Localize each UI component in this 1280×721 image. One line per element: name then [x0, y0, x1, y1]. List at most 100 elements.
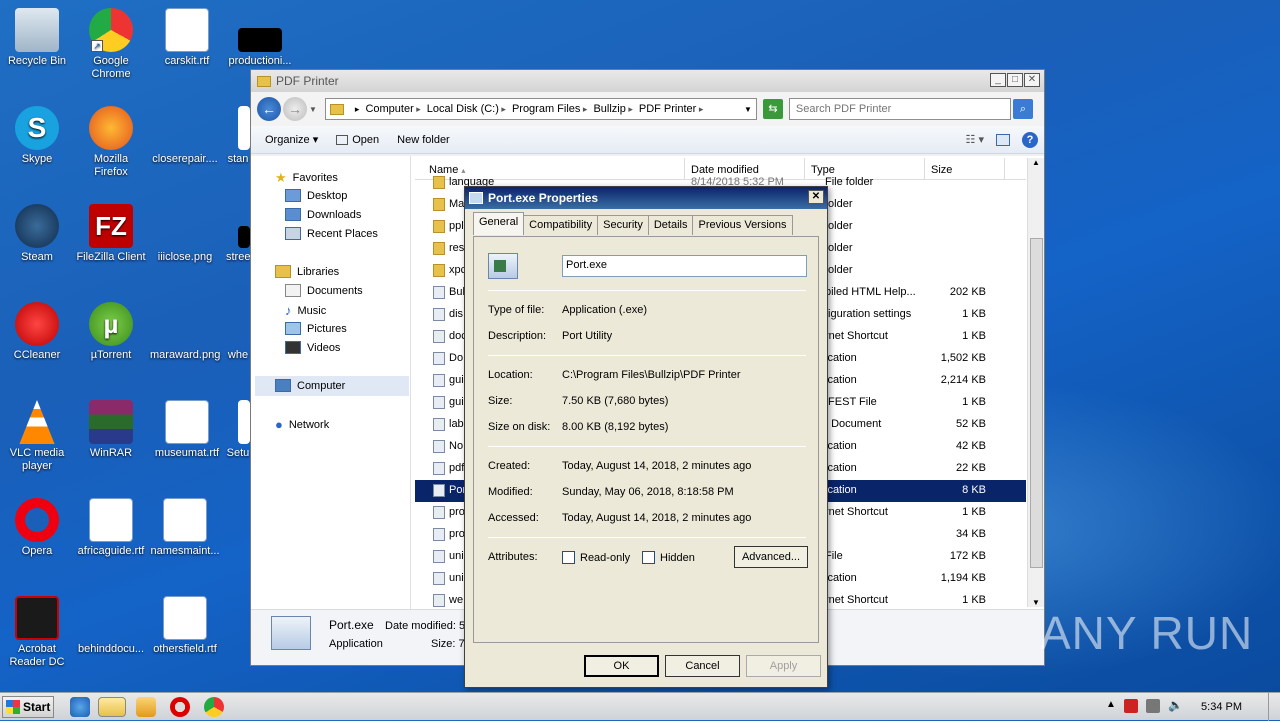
clock[interactable]: 5:34 PM [1201, 701, 1242, 713]
desktop-icon-firefox[interactable]: Mozilla Firefox [76, 106, 146, 179]
nav-documents[interactable]: Documents [285, 284, 363, 297]
desktop-icon-utorrent[interactable]: µ µTorrent [76, 302, 146, 362]
address-bar[interactable]: ▸ Computer Local Disk (C:) Program Files… [324, 98, 757, 120]
breadcrumb-program-files[interactable]: Program Files [512, 103, 588, 115]
maximize-button[interactable]: □ [1007, 73, 1023, 87]
desktop-icon-recycle-bin[interactable]: Recycle Bin [2, 8, 72, 68]
back-button[interactable]: ← [257, 97, 281, 121]
breadcrumb-local-disk[interactable]: Local Disk (C:) [427, 103, 506, 115]
action-center-icon[interactable] [1124, 699, 1138, 713]
nav-computer[interactable]: Computer [275, 379, 345, 392]
desktop-icon-acrobat[interactable]: Acrobat Reader DC [2, 596, 72, 669]
breadcrumb-computer[interactable]: Computer [365, 103, 420, 115]
nav-network[interactable]: ● Network [275, 417, 329, 432]
desktop-icon-chrome[interactable]: ↗ Google Chrome [76, 8, 146, 81]
minimize-button[interactable]: _ [990, 73, 1006, 87]
explorer-titlebar[interactable]: PDF Printer _ □ ✕ [251, 70, 1044, 92]
scrollbar-thumb[interactable] [1030, 238, 1043, 568]
desktop-icon-othersfield[interactable]: othersfield.rtf [150, 596, 220, 656]
nav-favorites[interactable]: ★ Favorites [275, 170, 338, 186]
search-input[interactable] [788, 98, 1011, 120]
volume-icon[interactable]: 🔈 [1168, 698, 1183, 712]
network-tray-icon[interactable] [1146, 699, 1160, 713]
desktop-icon-maraward[interactable]: maraward.png [150, 302, 220, 362]
close-button[interactable]: ✕ [808, 190, 824, 204]
nav-pictures[interactable]: Pictures [285, 322, 347, 335]
word-doc-icon [165, 8, 209, 52]
file-type: folder [825, 264, 853, 276]
desktop-icon-africaguide[interactable]: africaguide.rtf [76, 498, 146, 558]
breadcrumb-pdf-printer[interactable]: PDF Printer [639, 103, 704, 115]
opera-icon[interactable] [170, 697, 190, 717]
desktop-icon-carskit[interactable]: carskit.rtf [152, 8, 222, 68]
hidden-checkbox[interactable] [642, 551, 655, 564]
start-button[interactable]: Start [2, 696, 54, 718]
help-icon[interactable]: ? [1022, 131, 1038, 148]
media-player-icon[interactable] [136, 697, 156, 717]
nav-downloads[interactable]: Downloads [285, 208, 361, 221]
file-type: folder [825, 220, 853, 232]
nav-libraries[interactable]: Libraries [275, 265, 339, 278]
cancel-button[interactable]: Cancel [665, 655, 740, 677]
apply-button[interactable]: Apply [746, 655, 821, 677]
desktop-icon-filezilla[interactable]: FZ FileZilla Client [76, 204, 146, 264]
advanced-button[interactable]: Advanced... [734, 546, 808, 568]
view-options-icon[interactable]: ☷ ▾ [966, 133, 984, 146]
desktop-icon-productioni[interactable]: productioni... [226, 8, 294, 68]
organize-button[interactable]: Organize ▾ [265, 133, 318, 146]
vlc-icon [19, 400, 55, 444]
new-folder-button[interactable]: New folder [397, 134, 450, 146]
application-icon [469, 192, 483, 204]
tray-expand-icon[interactable]: ▲ [1106, 699, 1116, 710]
filename-field[interactable]: Port.exe [562, 255, 807, 277]
image-file-icon [238, 226, 250, 248]
accessed-value: Today, August 14, 2018, 2 minutes ago [562, 512, 752, 524]
desktop-icon-stan[interactable]: stan [226, 106, 250, 166]
show-desktop-button[interactable] [1268, 693, 1280, 721]
desktop-icon-stree[interactable]: stree [226, 204, 250, 264]
vertical-scrollbar[interactable]: ▲ ▼ [1027, 158, 1044, 607]
dialog-titlebar[interactable]: Port.exe Properties ✕ [465, 187, 827, 209]
properties-dialog: Port.exe Properties ✕ General Compatibil… [464, 186, 828, 688]
explorer-taskbar-icon[interactable] [98, 697, 126, 717]
desktop-icon-ccleaner[interactable]: CCleaner [2, 302, 72, 362]
file-size: 8 KB [962, 484, 986, 496]
nav-videos[interactable]: Videos [285, 341, 340, 354]
forward-button[interactable]: → [283, 97, 307, 121]
folder-icon [257, 75, 271, 87]
nav-music[interactable]: ♪ Music [285, 303, 326, 318]
tab-details[interactable]: Details [647, 215, 694, 235]
breadcrumb-bullzip[interactable]: Bullzip [593, 103, 632, 115]
desktop-icon-museumat[interactable]: museumat.rtf [152, 400, 222, 460]
desktop-icon-iiiclose[interactable]: iiiclose.png [150, 204, 220, 264]
tab-previous-versions[interactable]: Previous Versions [692, 215, 793, 235]
desktop-icon-setu[interactable]: Setu [226, 400, 250, 460]
chrome-icon[interactable] [204, 697, 224, 717]
nav-recent-places[interactable]: Recent Places [285, 227, 378, 240]
desktop-icon-namesmaint[interactable]: namesmaint... [150, 498, 220, 558]
desktop-icon-closerepair[interactable]: closerepair.... [150, 106, 220, 166]
history-dropdown-icon[interactable]: ▼ [309, 105, 317, 114]
desktop-icon-winrar[interactable]: WinRAR [76, 400, 146, 460]
address-dropdown-icon[interactable]: ▼ [744, 105, 752, 114]
tab-security[interactable]: Security [597, 215, 649, 235]
desktop-icon-whe[interactable]: whe [226, 302, 250, 362]
desktop-icon-steam[interactable]: Steam [2, 204, 72, 264]
ok-button[interactable]: OK [584, 655, 659, 677]
desktop-icon-skype[interactable]: S Skype [2, 106, 72, 166]
open-button[interactable]: Open [336, 134, 379, 146]
refresh-icon[interactable]: ⇆ [762, 99, 783, 119]
image-file-icon [163, 204, 207, 248]
tab-general[interactable]: General [473, 212, 525, 235]
close-button[interactable]: ✕ [1024, 73, 1040, 87]
tab-compatibility[interactable]: Compatibility [523, 215, 599, 235]
search-icon[interactable]: ⌕ [1012, 99, 1033, 119]
preview-pane-icon[interactable] [996, 133, 1010, 146]
desktop-icon-vlc[interactable]: VLC media player [2, 400, 72, 473]
desktop-icon-opera[interactable]: Opera [2, 498, 72, 558]
desktop-icon-behinddocu[interactable]: behinddocu... [76, 596, 146, 656]
downloads-icon [285, 208, 301, 221]
readonly-checkbox[interactable] [562, 551, 575, 564]
internet-explorer-icon[interactable] [70, 697, 90, 717]
nav-desktop[interactable]: Desktop [285, 189, 347, 202]
